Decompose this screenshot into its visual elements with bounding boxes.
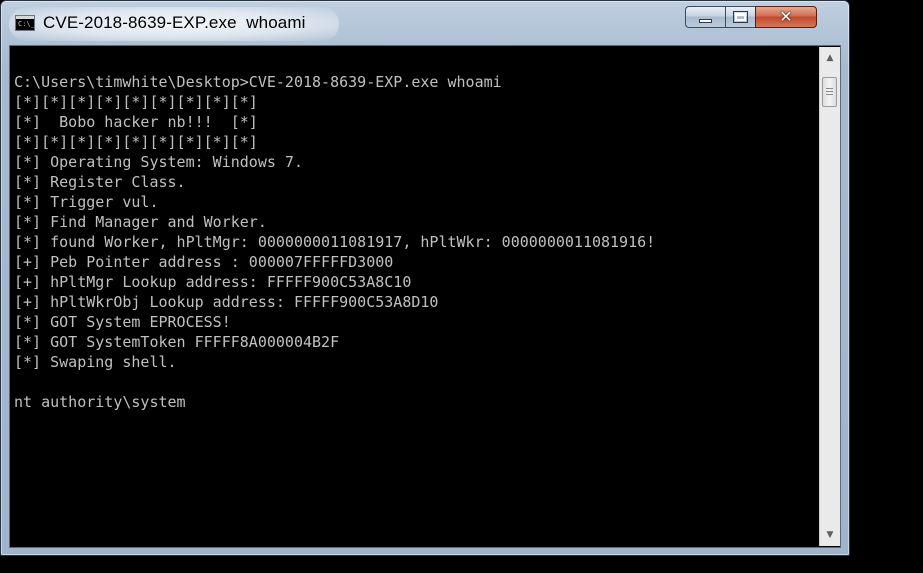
console-line: [*][*][*][*][*][*][*][*][*] [14, 93, 258, 111]
scroll-up-icon[interactable]: ▲ [820, 49, 840, 67]
console-line: [+] hPltMgr Lookup address: FFFFF900C53A… [14, 273, 412, 291]
maximize-icon [733, 11, 748, 23]
console-line: [+] Peb Pointer address : 000007FFFFFD30… [14, 253, 394, 271]
scroll-thumb[interactable] [822, 77, 837, 107]
desktop-background: C:\_ CVE-2018-8639-EXP.exe whoami ✕ C:\U… [0, 0, 923, 573]
console-line: [*][*][*][*][*][*][*][*][*] [14, 133, 258, 151]
console-line: nt authority\system [14, 393, 186, 411]
console-output: C:\Users\timwhite\Desktop>CVE-2018-8639-… [14, 72, 814, 412]
close-icon: ✕ [779, 7, 793, 26]
console-line: [*] GOT System EPROCESS! [14, 313, 231, 331]
window-controls: ✕ [685, 6, 817, 28]
console-icon[interactable]: C:\_ [15, 15, 35, 31]
minimize-icon [699, 19, 712, 23]
console-line: [*] Operating System: Windows 7. [14, 153, 303, 171]
title-bar[interactable]: C:\_ CVE-2018-8639-EXP.exe whoami ✕ [1, 1, 849, 45]
console-line: [+] hPltWkrObj Lookup address: FFFFF900C… [14, 293, 439, 311]
console-line: [*] Register Class. [14, 173, 186, 191]
console-line: [*] Trigger vul. [14, 193, 159, 211]
minimize-button[interactable] [685, 6, 725, 28]
console-window: C:\_ CVE-2018-8639-EXP.exe whoami ✕ C:\U… [0, 0, 850, 556]
console-line: [*] Find Manager and Worker. [14, 213, 267, 231]
grip-line [826, 88, 833, 89]
console-line: [*] GOT SystemToken FFFFF8A000004B2F [14, 333, 340, 351]
grip-line [826, 94, 833, 95]
maximize-button[interactable] [725, 6, 755, 28]
vertical-scrollbar[interactable]: ▲ ▼ [819, 47, 840, 546]
scroll-down-icon[interactable]: ▼ [820, 526, 840, 544]
console-icon-prompt: C:\_ [18, 20, 35, 28]
console-line: [*] Bobo hacker nb!!! [*] [14, 113, 258, 131]
console-area[interactable]: C:\Users\timwhite\Desktop>CVE-2018-8639-… [9, 45, 841, 548]
grip-line [826, 91, 833, 92]
console-line: C:\Users\timwhite\Desktop>CVE-2018-8639-… [14, 73, 502, 91]
console-line: [*] found Worker, hPltMgr: 0000000011081… [14, 233, 656, 251]
close-button[interactable]: ✕ [755, 6, 817, 28]
window-title: CVE-2018-8639-EXP.exe whoami [43, 13, 306, 32]
console-line: [*] Swaping shell. [14, 353, 177, 371]
console-icon-bar [16, 16, 34, 19]
